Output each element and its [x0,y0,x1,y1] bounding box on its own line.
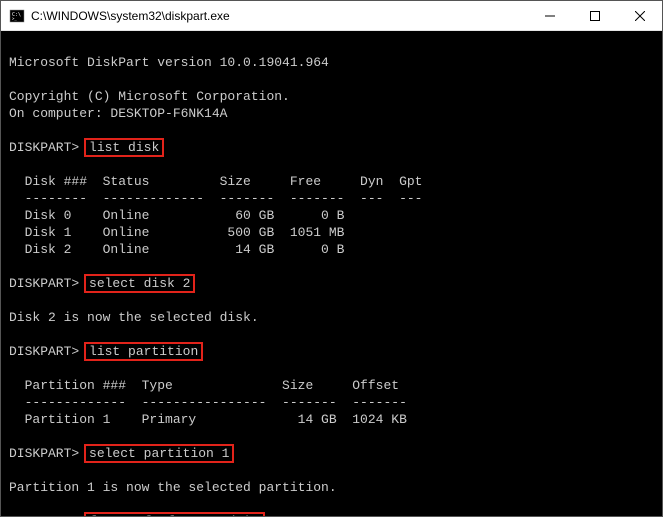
maximize-button[interactable] [572,1,617,30]
command-select-partition: select partition 1 [84,444,234,463]
window-title: C:\WINDOWS\system32\diskpart.exe [31,9,527,23]
command-list-partition: list partition [84,342,203,361]
command-select-disk: select disk 2 [84,274,195,293]
prompt: DISKPART> [9,344,79,359]
window-controls [527,1,662,30]
copyright-line: Copyright (C) Microsoft Corporation. [9,89,290,104]
partition-table-header: Partition ### Type Size Offset [9,378,399,393]
selected-partition-msg: Partition 1 is now the selected partitio… [9,480,337,495]
prompt: DISKPART> [9,446,79,461]
close-button[interactable] [617,1,662,30]
computer-line: On computer: DESKTOP-F6NK14A [9,106,227,121]
command-list-disk: list disk [84,138,164,157]
prompt: DISKPART> [9,514,79,516]
disk-table-header: Disk ### Status Size Free Dyn Gpt [9,174,422,189]
table-row: Disk 1 Online 500 GB 1051 MB [9,225,344,240]
disk-table-separator: -------- ------------- ------- ------- -… [9,191,422,206]
prompt: DISKPART> [9,276,79,291]
command-format: format fs=fat32 quick [84,512,265,516]
partition-table-separator: ------------- ---------------- ------- -… [9,395,407,410]
version-line: Microsoft DiskPart version 10.0.19041.96… [9,55,329,70]
table-row: Partition 1 Primary 14 GB 1024 KB [9,412,407,427]
table-row: Disk 2 Online 14 GB 0 B [9,242,344,257]
title-bar: C:\ >_ C:\WINDOWS\system32\diskpart.exe [1,1,662,31]
selected-disk-msg: Disk 2 is now the selected disk. [9,310,259,325]
svg-text:>_: >_ [12,16,17,21]
minimize-button[interactable] [527,1,572,30]
table-row: Disk 0 Online 60 GB 0 B [9,208,344,223]
app-icon: C:\ >_ [9,8,25,24]
prompt: DISKPART> [9,140,79,155]
terminal-output[interactable]: Microsoft DiskPart version 10.0.19041.96… [1,31,662,516]
